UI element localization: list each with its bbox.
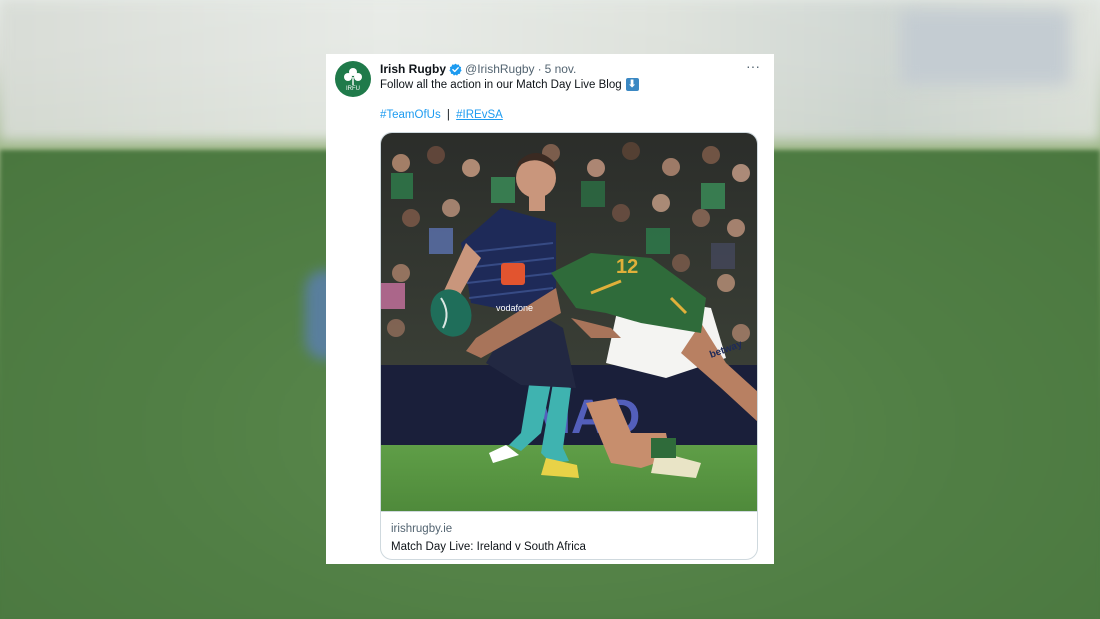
tweet-text: Follow all the action in our Match Day L… [380, 78, 639, 91]
tweet-header: Irish Rugby @IrishRugby · 5 nov. [380, 61, 576, 77]
hashtag-irevsa[interactable]: #IREvSA [456, 109, 503, 121]
header-separator: · [537, 62, 542, 76]
tweet-date[interactable]: 5 nov. [545, 62, 577, 76]
more-options-icon[interactable]: ··· [744, 59, 762, 75]
down-arrow-icon: ⬇ [625, 78, 639, 91]
background-stand [900, 10, 1070, 85]
hashtag-teamofus[interactable]: #TeamOfUs [380, 109, 441, 121]
avatar-label: IRFU [346, 85, 360, 92]
card-title: Match Day Live: Ireland v South Africa [391, 541, 586, 553]
shamrock-icon [344, 67, 362, 85]
hashtag-separator: | [446, 109, 450, 121]
card-domain: irishrugby.ie [391, 523, 453, 535]
vodafone-logo: vodafone [496, 303, 533, 313]
hashtags: #TeamOfUs | #IREvSA [380, 109, 503, 121]
tweet-embed: IRFU Irish Rugby @IrishRugby · 5 nov. ··… [326, 54, 774, 564]
link-card[interactable]: MAD 12 betway vodafone irishrugby.ie Mat… [380, 132, 758, 560]
author-handle[interactable]: @IrishRugby [465, 62, 535, 76]
verified-badge-icon [449, 63, 462, 76]
tweet-body: Follow all the action in our Match Day L… [380, 78, 622, 91]
author-name[interactable]: Irish Rugby [380, 62, 446, 76]
avatar[interactable]: IRFU [335, 61, 371, 97]
sa-jersey-number: 12 [616, 256, 638, 278]
card-image[interactable]: MAD 12 betway vodafone [381, 133, 758, 511]
card-meta[interactable]: irishrugby.ie Match Day Live: Ireland v … [381, 511, 757, 559]
